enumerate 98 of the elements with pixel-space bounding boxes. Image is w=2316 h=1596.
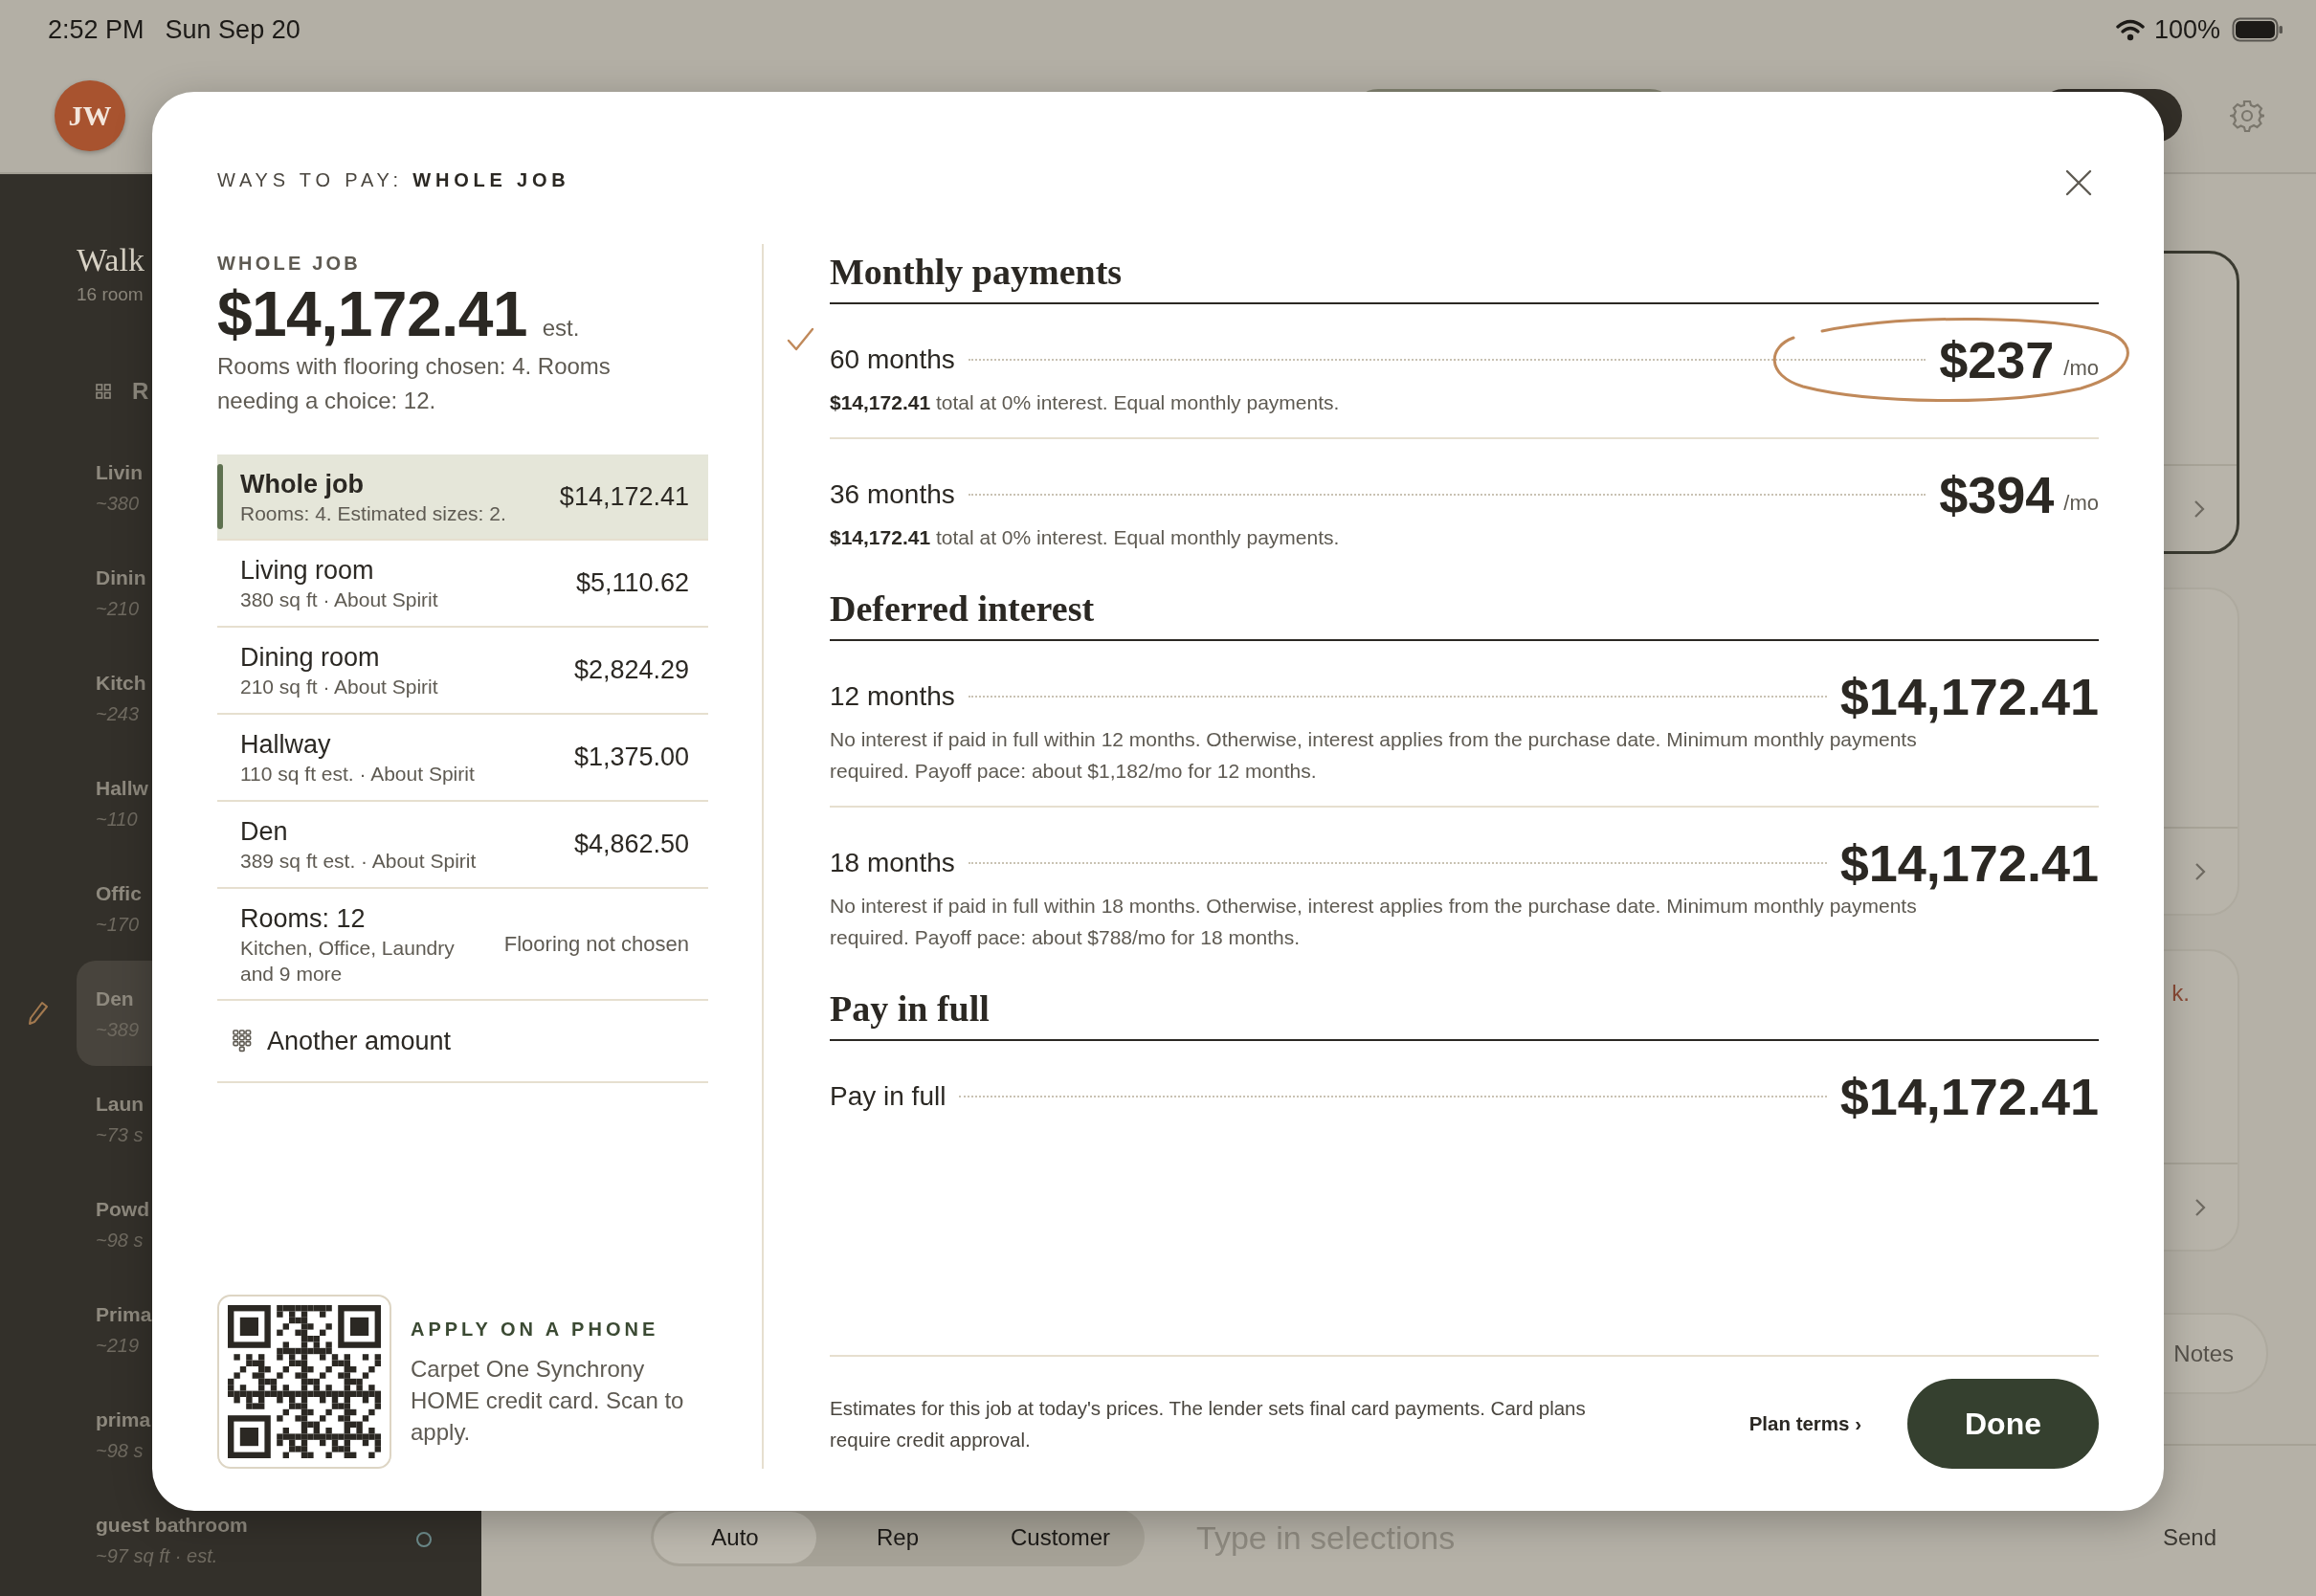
amount: $14,172.41 xyxy=(559,481,689,512)
plan-description: No interest if paid in full within 18 months. Otherwise, interest applies from the purchase date. Minimum monthly payments required. Payoff pace: about $788/mo for 18 months. xyxy=(830,894,1918,950)
room-name: Hallw xyxy=(96,776,148,801)
chevron-right-icon[interactable] xyxy=(2194,860,2207,882)
option-title: Rooms: 12 xyxy=(240,902,366,935)
battery-level: 100% xyxy=(2153,14,2220,45)
plan-amount: $14,172.41 xyxy=(1839,836,2099,890)
section-heading: Deferred interest xyxy=(830,586,2099,641)
footnote: Estimates for this job at today's prices. The lender sets final card payments. Card plans require credit approval. xyxy=(830,1396,1587,1452)
room-name: Laun xyxy=(96,1092,145,1117)
settings-icon[interactable] xyxy=(2230,99,2264,133)
send-button[interactable]: Send xyxy=(2162,1509,2216,1566)
option-title: Living room xyxy=(240,555,374,587)
scope-option[interactable]: Den 389 sq ft est. · About Spirit $4,862.50 xyxy=(217,802,708,889)
amount: $5,110.62 xyxy=(575,568,689,598)
scope-option[interactable]: Living room 380 sq ft · About Spirit $5,110.62 xyxy=(217,541,708,628)
room-size: ~210 xyxy=(96,597,140,621)
room-size: ~73 s xyxy=(96,1123,144,1147)
total-amount: $14,172.41 xyxy=(217,278,527,349)
plan-unit: /mo xyxy=(2063,356,2099,382)
amount: $2,824.29 xyxy=(573,655,689,685)
wifi-icon xyxy=(2115,18,2145,41)
room-size: ~243 xyxy=(96,702,140,726)
scope-option[interactable]: Hallway 110 sq ft est. · About Spirit $1,375.00 xyxy=(217,715,708,802)
sidebar-subtitle: 16 room xyxy=(77,283,144,306)
scope-label: WHOLE JOB xyxy=(217,252,361,275)
option-detail: 210 sq ft · About Spirit xyxy=(240,675,438,699)
done-button[interactable]: Done xyxy=(1907,1379,2099,1469)
apply-heading: APPLY ON A PHONE xyxy=(411,1317,660,1341)
estimate-label: est. xyxy=(542,315,580,342)
room-size: ~98 s xyxy=(96,1229,144,1252)
section-heading: Pay in full xyxy=(830,986,2099,1041)
apply-text: Carpet One Synchrony HOME credit card. Scan to apply. xyxy=(411,1354,685,1447)
another-amount-button[interactable]: Another amount xyxy=(217,1001,708,1083)
option-title: Dining room xyxy=(240,642,380,674)
amount: $4,862.50 xyxy=(573,830,689,859)
option-detail: 380 sq ft · About Spirit xyxy=(240,587,438,612)
plan-amount: $14,172.41 xyxy=(1839,1070,2099,1123)
status-date: Sun Sep 20 xyxy=(165,14,301,45)
room-size: ~219 xyxy=(96,1334,140,1358)
room-name: Dinin xyxy=(96,565,146,590)
room-size: ~97 sq ft · est. xyxy=(96,1544,218,1568)
close-icon[interactable] xyxy=(2064,168,2093,197)
room-size: ~98 s xyxy=(96,1439,144,1463)
room-name: Powd xyxy=(96,1197,149,1222)
plan-term: 18 months xyxy=(830,848,955,878)
plan-term: 60 months xyxy=(830,344,955,375)
room-name: prima xyxy=(96,1408,151,1432)
room-name: Livin xyxy=(96,460,143,485)
section-heading: Monthly payments xyxy=(830,249,2099,304)
chevron-right-icon[interactable] xyxy=(2194,1196,2207,1218)
status-text: Flooring not chosen xyxy=(503,931,689,957)
keypad-icon xyxy=(233,1030,252,1053)
mode-tab[interactable]: Rep xyxy=(816,1512,979,1563)
room-size: ~110 xyxy=(96,808,138,831)
room-size: ~170 xyxy=(96,913,140,937)
plan-amount: $237 xyxy=(1939,333,2055,387)
mode-tab[interactable]: Auto xyxy=(654,1512,816,1563)
option-title: Whole job xyxy=(240,468,364,500)
room-item[interactable]: guest bathroom ~97 sq ft · est. xyxy=(77,1487,479,1592)
scope-option[interactable]: Whole job Rooms: 4. Estimated sizes: 2. $14,172.41 xyxy=(217,454,708,541)
option-detail: 389 sq ft est. · About Spirit xyxy=(240,849,477,874)
chevron-right-icon[interactable] xyxy=(2193,498,2206,520)
room-name: Prima xyxy=(96,1302,152,1327)
grid-icon xyxy=(96,384,111,399)
section-label: R xyxy=(132,378,149,405)
amount: $1,375.00 xyxy=(573,743,689,772)
room-name: Offic xyxy=(96,881,142,906)
plan-term: Pay in full xyxy=(830,1081,946,1112)
plan-amount: $394 xyxy=(1939,468,2055,521)
plan-terms-link[interactable]: Plan terms › xyxy=(1748,1412,1861,1435)
option-title: Hallway xyxy=(240,729,331,761)
pencil-icon xyxy=(28,1001,49,1026)
option-title: Den xyxy=(240,816,288,848)
plan-description: $14,172.41 total at 0% interest. Equal monthly payments. xyxy=(830,390,1341,415)
scope-option[interactable]: Rooms: 12 Kitchen, Office, Laundry and 9 more Flooring not chosen xyxy=(217,889,708,1001)
status-time: 2:52 PM xyxy=(48,14,145,45)
sidebar-title: Walk xyxy=(77,241,145,279)
option-detail: Rooms: 4. Estimated sizes: 2. xyxy=(240,500,506,526)
summary-text: Rooms with flooring chosen: 4. Rooms needing a choice: 12. xyxy=(217,352,612,415)
avatar[interactable]: JW xyxy=(55,80,125,151)
mode-tab[interactable]: Customer xyxy=(979,1512,1142,1563)
room-name: Kitch xyxy=(96,671,146,696)
room-name: guest bathroom xyxy=(96,1513,248,1538)
option-detail: Kitchen, Office, Laundry and 9 more xyxy=(240,935,456,986)
room-name: Den xyxy=(96,986,134,1011)
plan-term: 36 months xyxy=(830,479,955,510)
battery-icon xyxy=(2232,17,2283,42)
plan-description: $14,172.41 total at 0% interest. Equal monthly payments. xyxy=(830,525,1341,550)
option-detail: 110 sq ft est. · About Spirit xyxy=(240,762,475,787)
plan-term: 12 months xyxy=(830,681,955,712)
scope-option[interactable]: Dining room 210 sq ft · About Spirit $2,824.29 xyxy=(217,628,708,715)
room-size: ~380 xyxy=(96,492,140,516)
dialog-title: WAYS TO PAY: WHOLE JOB xyxy=(217,168,570,191)
plan-amount: $14,172.41 xyxy=(1839,670,2099,723)
plan-unit: /mo xyxy=(2063,491,2099,517)
card-text: k. xyxy=(2171,980,2190,1007)
plan-description: No interest if paid in full within 12 months. Otherwise, interest applies from the purchase date. Minimum monthly payments required. Payoff pace: about $1,182/mo for 12 months. xyxy=(830,727,1918,784)
